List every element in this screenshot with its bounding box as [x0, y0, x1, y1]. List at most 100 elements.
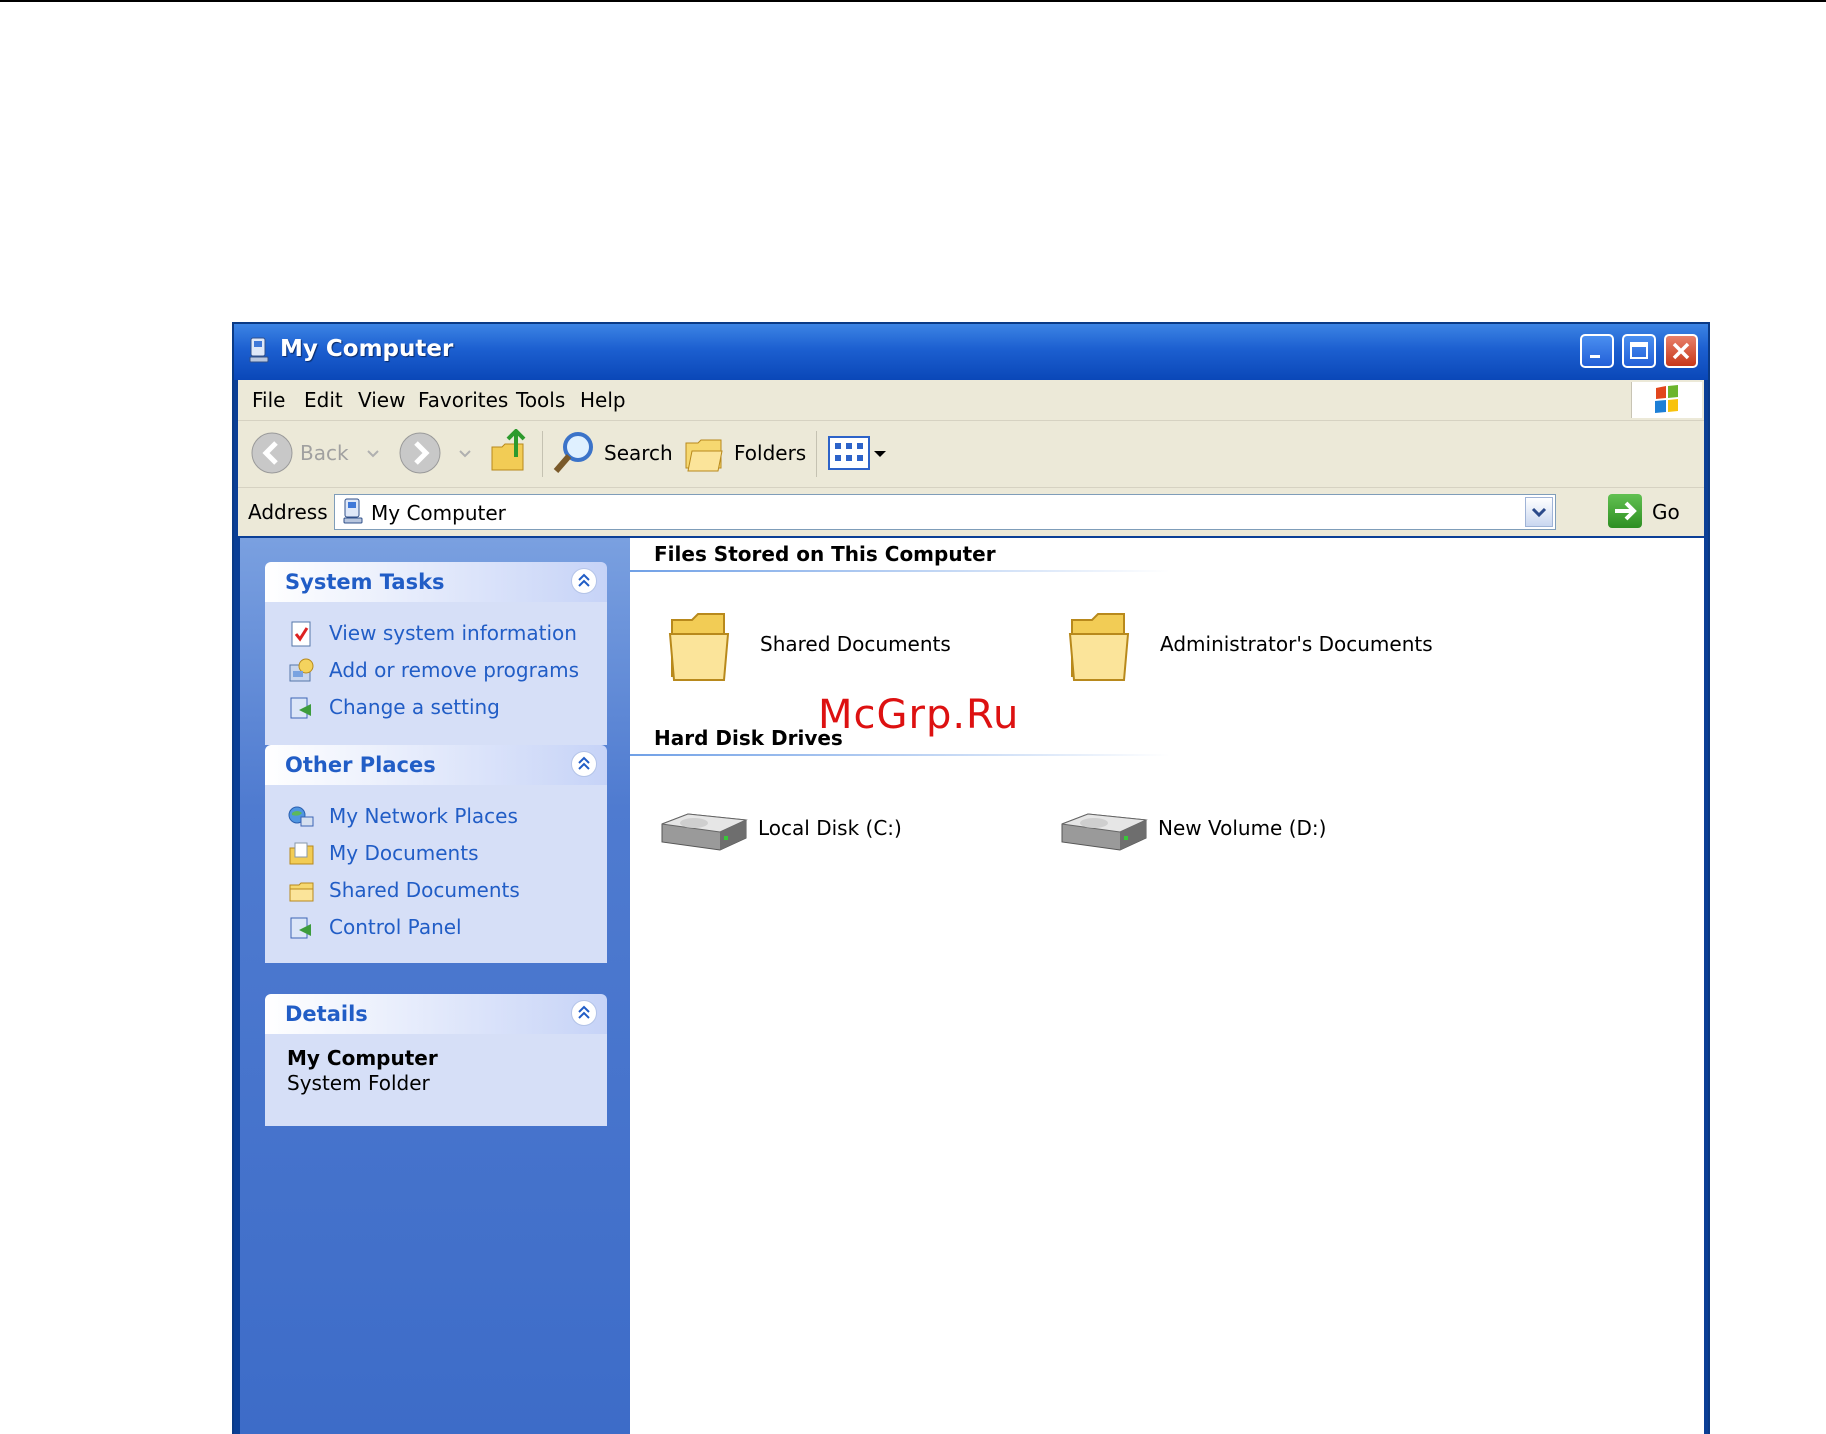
group-divider: [630, 754, 1170, 756]
task-view-system-information[interactable]: View system information: [265, 616, 607, 653]
views-icon: [828, 436, 886, 470]
place-shared-documents[interactable]: Shared Documents: [265, 873, 607, 910]
double-chevron-up-icon: [578, 573, 590, 587]
network-places-icon: [288, 806, 314, 827]
menu-favorites[interactable]: Favorites: [418, 388, 508, 412]
address-value: My Computer: [371, 501, 506, 525]
content-pane: Files Stored on This Computer Shared Doc…: [630, 538, 1704, 1434]
address-label: Address: [248, 500, 328, 524]
menu-view[interactable]: View: [358, 388, 405, 412]
folders-button[interactable]: Folders: [684, 429, 807, 479]
folder-icon: [1068, 613, 1130, 681]
item-label: New Volume (D:): [1158, 816, 1327, 840]
place-my-network-places[interactable]: My Network Places: [265, 799, 607, 836]
folders-label: Folders: [734, 441, 807, 465]
item-local-disk-c[interactable]: Local Disk (C:): [658, 794, 958, 870]
window-title: My Computer: [280, 336, 454, 362]
toolbar-separator: [816, 431, 817, 477]
close-button[interactable]: [1664, 334, 1698, 368]
collapse-button[interactable]: [571, 751, 597, 777]
task-pane: System Tasks View system information Add…: [240, 538, 630, 1434]
item-label: Local Disk (C:): [758, 816, 902, 840]
windows-logo: [1631, 382, 1702, 418]
address-dropdown-button[interactable]: [1525, 497, 1553, 527]
details-body: My Computer System Folder: [265, 1034, 607, 1126]
views-button[interactable]: [828, 433, 888, 473]
chevron-down-icon: [1531, 507, 1547, 518]
maximize-button[interactable]: [1622, 334, 1656, 368]
search-button[interactable]: Search: [552, 429, 673, 479]
menu-bar: File Edit View Favorites Tools Help: [238, 380, 1704, 421]
control-panel-icon: [290, 697, 311, 719]
place-my-documents[interactable]: My Documents: [265, 836, 607, 873]
menu-tools[interactable]: Tools: [516, 388, 565, 412]
go-button[interactable]: [1608, 494, 1642, 528]
task-label: View system information: [329, 621, 577, 645]
add-remove-programs-icon: [289, 658, 314, 682]
group-divider: [630, 570, 1170, 572]
address-bar: Address My Computer Go: [238, 488, 1704, 536]
address-input[interactable]: My Computer: [334, 494, 1556, 530]
details-header[interactable]: Details: [265, 994, 607, 1034]
task-label: Control Panel: [329, 915, 462, 939]
menu-help[interactable]: Help: [580, 388, 626, 412]
back-label: Back: [300, 441, 349, 465]
collapse-button[interactable]: [571, 1000, 597, 1026]
system-tasks-panel: System Tasks View system information Add…: [265, 562, 607, 745]
toolbar-separator: [542, 431, 543, 477]
menu-edit[interactable]: Edit: [304, 388, 343, 412]
folder-icon: [668, 613, 730, 681]
details-type: System Folder: [287, 1071, 430, 1095]
place-control-panel[interactable]: Control Panel: [265, 910, 607, 947]
item-administrators-documents[interactable]: Administrator's Documents: [1060, 610, 1480, 686]
windows-flag-icon: [1655, 385, 1678, 413]
other-places-header[interactable]: Other Places: [265, 745, 607, 785]
folder-icon: [289, 882, 314, 902]
group-title-files: Files Stored on This Computer: [654, 542, 996, 566]
hard-disk-icon: [661, 813, 748, 851]
details-name: My Computer: [287, 1046, 438, 1070]
panel-title: Other Places: [285, 753, 436, 777]
panel-title: Details: [285, 1002, 368, 1026]
up-folder-icon[interactable]: [488, 429, 528, 475]
panel-title: System Tasks: [285, 570, 445, 594]
task-label: My Network Places: [329, 804, 518, 828]
standard-toolbar: Back Search Folders: [238, 421, 1704, 488]
double-chevron-up-icon: [578, 756, 590, 770]
item-new-volume-d[interactable]: New Volume (D:): [1058, 794, 1358, 870]
title-bar[interactable]: My Computer: [234, 324, 1708, 380]
task-add-remove-programs[interactable]: Add or remove programs: [265, 653, 607, 690]
minimize-button[interactable]: [1580, 334, 1614, 368]
go-arrow-icon: [1615, 501, 1637, 521]
collapse-button[interactable]: [571, 568, 597, 594]
magnifier-icon: [553, 432, 593, 473]
item-label: Administrator's Documents: [1160, 632, 1433, 656]
item-label: Shared Documents: [760, 632, 951, 656]
details-panel: Details My Computer System Folder: [265, 994, 607, 1126]
back-button[interactable]: Back: [250, 429, 360, 479]
top-rule: [0, 0, 1826, 2]
task-label: Change a setting: [329, 695, 500, 719]
minimize-icon: [1590, 355, 1600, 358]
system-tasks-header[interactable]: System Tasks: [265, 562, 607, 602]
search-label: Search: [604, 441, 673, 465]
task-label: Shared Documents: [329, 878, 520, 902]
back-dropdown-icon[interactable]: [366, 449, 380, 459]
forward-dropdown-icon[interactable]: [458, 449, 472, 459]
other-places-panel: Other Places My Network Places My Docume…: [265, 745, 607, 963]
explorer-window: My Computer File Edit View Favorites Too…: [232, 322, 1710, 1434]
go-label[interactable]: Go: [1652, 500, 1680, 524]
task-change-setting[interactable]: Change a setting: [265, 690, 607, 727]
watermark: McGrp.Ru: [818, 692, 1020, 738]
maximize-icon: [1630, 342, 1648, 359]
menu-file[interactable]: File: [252, 388, 285, 412]
other-places-body: My Network Places My Documents Shared Do…: [265, 785, 607, 963]
control-panel-icon: [290, 917, 311, 939]
forward-arrow-icon[interactable]: [398, 431, 442, 475]
task-label: Add or remove programs: [329, 658, 579, 682]
computer-icon: [343, 498, 363, 524]
folders-icon: [685, 439, 723, 472]
item-shared-documents[interactable]: Shared Documents: [660, 610, 1020, 686]
close-icon: [1672, 342, 1690, 360]
computer-icon: [249, 337, 269, 363]
